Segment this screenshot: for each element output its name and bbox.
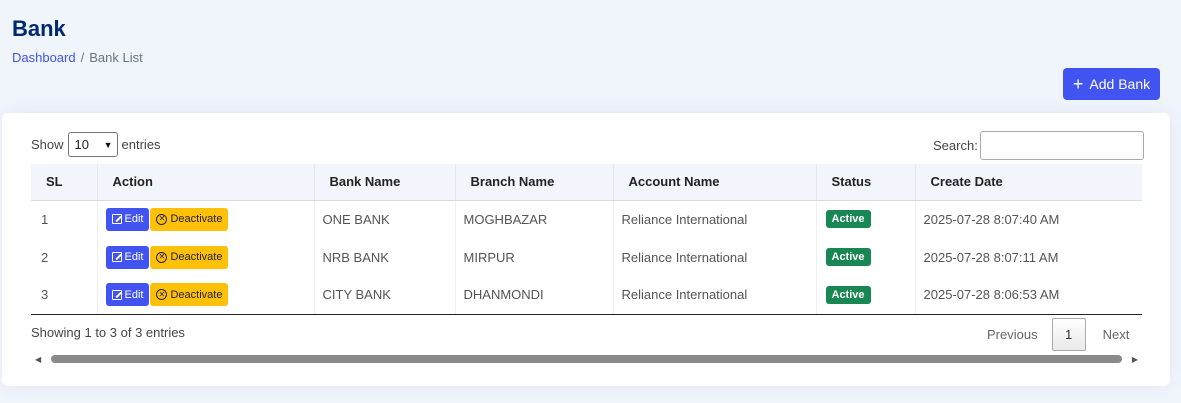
breadcrumb-dashboard-link[interactable]: Dashboard: [12, 50, 76, 65]
horizontal-scrollbar[interactable]: ◀ ▶: [35, 353, 1138, 365]
breadcrumb-current: Bank List: [89, 50, 143, 65]
edit-icon: [111, 214, 122, 225]
breadcrumb: Dashboard / Bank List: [12, 50, 143, 65]
table-row: 2 Edit ✕ Deactivate NRB BANK MIRPUR Relian…: [31, 238, 1142, 276]
cell-account-name: Reliance International: [613, 238, 817, 276]
cell-status: Active: [816, 276, 916, 315]
cell-bank-name: NRB BANK: [314, 238, 456, 276]
cell-create-date: 2025-07-28 8:06:53 AM: [915, 276, 1142, 315]
edit-button[interactable]: Edit: [105, 207, 150, 231]
page-title: Bank: [12, 16, 66, 41]
add-bank-button[interactable]: + Add Bank: [1063, 68, 1160, 100]
column-header-status[interactable]: Status: [816, 164, 916, 201]
status-badge: Active: [825, 210, 871, 229]
edit-button[interactable]: Edit: [105, 245, 150, 269]
bank-list-card: Show 10 ▼ entries Search: SL Action Bank…: [2, 113, 1170, 386]
column-header-create-date[interactable]: Create Date: [915, 164, 1142, 201]
x-circle-icon: ✕: [156, 289, 168, 301]
add-bank-label: Add Bank: [1089, 76, 1151, 92]
pagination: Previous 1 Next: [987, 318, 1129, 351]
page-1-button[interactable]: 1: [1051, 318, 1086, 351]
status-badge: Active: [825, 248, 871, 266]
status-badge: Active: [825, 285, 871, 304]
cell-sl: 3: [31, 276, 98, 315]
deactivate-button[interactable]: ✕ Deactivate: [150, 207, 229, 231]
bank-table: SL Action Bank Name Branch Name Account …: [31, 164, 1142, 315]
search-label: Search:: [933, 138, 978, 153]
column-header-branch-name[interactable]: Branch Name: [455, 164, 614, 201]
chevron-down-icon: ▼: [103, 139, 113, 150]
cell-bank-name: CITY BANK: [314, 276, 456, 315]
table-info: Showing 1 to 3 of 3 entries: [31, 325, 185, 340]
search-control: Search:: [933, 131, 1144, 160]
column-header-account-name[interactable]: Account Name: [613, 164, 817, 201]
previous-page-button[interactable]: Previous: [987, 327, 1038, 342]
edit-button[interactable]: Edit: [105, 283, 150, 307]
edit-icon: [111, 252, 122, 262]
cell-status: Active: [816, 238, 916, 276]
search-input[interactable]: [979, 131, 1144, 160]
cell-account-name: Reliance International: [613, 276, 817, 315]
edit-icon: [111, 289, 122, 300]
cell-create-date: 2025-07-28 8:07:11 AM: [923, 249, 1059, 265]
edit-label: Edit: [124, 251, 144, 263]
entries-select[interactable]: 10 ▼: [67, 132, 118, 157]
cell-action: Edit ✕ Deactivate: [97, 200, 315, 238]
cell-action: Edit ✕ Deactivate: [97, 276, 315, 315]
entries-label: entries: [121, 137, 161, 152]
deactivate-label: Deactivate: [170, 213, 223, 226]
cell-bank-name: ONE BANK: [314, 200, 456, 238]
table-row: 3 Edit ✕ Deactivate CITY BANK DHANMONDI Re…: [31, 276, 1142, 315]
show-label: Show: [31, 137, 64, 152]
column-header-bank-name[interactable]: Bank Name: [314, 164, 456, 201]
edit-label: Edit: [124, 288, 144, 301]
breadcrumb-separator: /: [80, 50, 85, 65]
cell-sl: 2: [31, 238, 98, 276]
scrollbar-thumb[interactable]: [51, 355, 1122, 363]
deactivate-button[interactable]: ✕ Deactivate: [150, 283, 229, 307]
cell-create-date: 2025-07-28 8:07:40 AM: [923, 211, 1060, 227]
scroll-right-arrow-icon[interactable]: ▶: [1126, 355, 1138, 364]
entries-length-control: Show 10 ▼ entries: [31, 132, 161, 157]
deactivate-label: Deactivate: [170, 288, 223, 301]
plus-icon: +: [1072, 74, 1084, 94]
cell-action: Edit ✕ Deactivate: [97, 238, 315, 276]
deactivate-label: Deactivate: [170, 251, 223, 263]
scroll-left-arrow-icon[interactable]: ◀: [35, 355, 47, 364]
x-circle-icon: ✕: [156, 251, 168, 263]
cell-branch-name: MOGHBAZAR: [455, 200, 614, 238]
cell-sl: 1: [31, 200, 98, 238]
cell-status: Active: [816, 200, 916, 238]
entries-select-value: 10: [74, 137, 89, 152]
column-header-sl[interactable]: SL: [31, 164, 98, 201]
x-circle-icon: ✕: [156, 213, 168, 225]
deactivate-button[interactable]: ✕ Deactivate: [150, 245, 229, 269]
edit-label: Edit: [124, 213, 144, 226]
cell-branch-name: DHANMONDI: [455, 276, 614, 315]
cell-branch-name: MIRPUR: [455, 238, 614, 276]
table-row: 1 Edit ✕ Deactivate ONE BANK MOGHBAZAR Rel…: [31, 200, 1142, 238]
cell-account-name: Reliance International: [613, 200, 817, 238]
column-header-action[interactable]: Action: [97, 164, 315, 201]
table-header-row: SL Action Bank Name Branch Name Account …: [31, 164, 1142, 201]
next-page-button[interactable]: Next: [1103, 327, 1130, 342]
